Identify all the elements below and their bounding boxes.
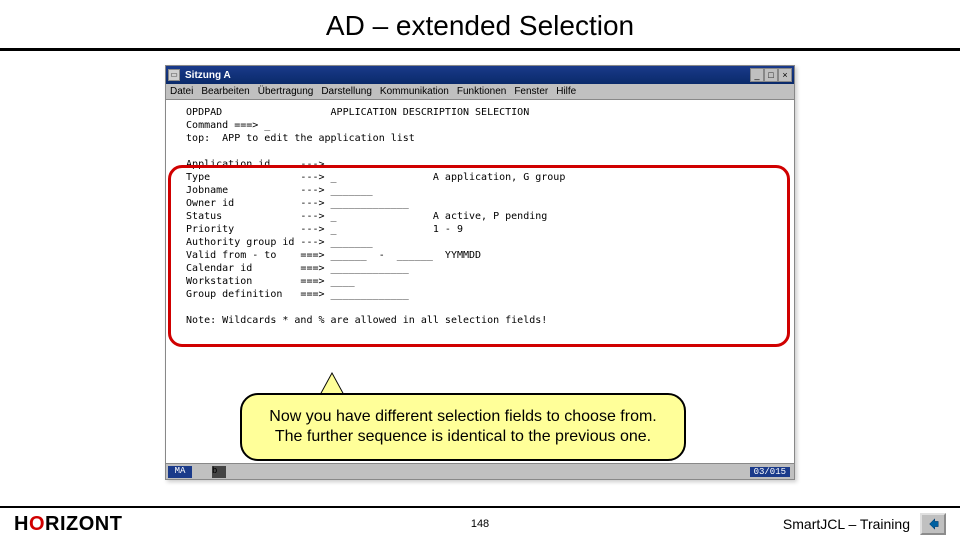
close-button[interactable]: × [778, 68, 792, 82]
menu-item[interactable]: Bearbeiten [201, 86, 249, 97]
menu-item[interactable]: Funktionen [457, 86, 506, 97]
maximize-button[interactable]: □ [764, 68, 778, 82]
course-block: SmartJCL – Training [783, 513, 946, 535]
menu-item[interactable]: Darstellung [321, 86, 372, 97]
menu-bar: Datei Bearbeiten Übertragung Darstellung… [166, 84, 794, 100]
term-line: Owner id ---> _____________ [174, 197, 786, 210]
term-line: Application id ---> [174, 158, 786, 171]
term-line: Type ---> _ A application, G group [174, 171, 786, 184]
brand-o: O [29, 513, 45, 535]
menu-item[interactable]: Hilfe [556, 86, 576, 97]
status-left: MA [168, 466, 192, 478]
term-line: Jobname ---> _______ [174, 184, 786, 197]
status-right: 03/015 [750, 467, 790, 477]
back-arrow-icon [926, 517, 940, 531]
page-number: 148 [471, 518, 489, 530]
menu-item[interactable]: Fenster [514, 86, 548, 97]
term-line: Priority ---> _ 1 - 9 [174, 223, 786, 236]
course-name: SmartJCL – Training [783, 516, 910, 532]
term-line: Authority group id ---> _______ [174, 236, 786, 249]
term-line [174, 301, 786, 314]
minimize-button[interactable]: _ [750, 68, 764, 82]
brand-logo: HORIZONT [14, 513, 122, 536]
term-line: Note: Wildcards * and % are allowed in a… [174, 314, 786, 327]
callout-text: Now you have different selection fields … [269, 408, 656, 445]
menu-item[interactable]: Übertragung [258, 86, 314, 97]
back-button[interactable] [920, 513, 946, 535]
window-icon: ▭ [168, 69, 180, 81]
window-buttons: _ □ × [750, 68, 792, 82]
term-line: Command ===> _ [174, 119, 786, 132]
content-area: ▭ Sitzung A _ □ × Datei Bearbeiten Übert… [0, 51, 960, 63]
brand-h: H [14, 513, 29, 535]
status-mid: b [212, 466, 226, 478]
slide: AD – extended Selection ▭ Sitzung A _ □ … [0, 0, 960, 540]
callout-bubble: Now you have different selection fields … [240, 393, 686, 461]
window-title: Sitzung A [183, 70, 747, 81]
term-line: Valid from - to ===> ______ - ______ YYM… [174, 249, 786, 262]
footer: HORIZONT 148 SmartJCL – Training [0, 506, 960, 540]
term-line: Status ---> _ A active, P pending [174, 210, 786, 223]
brand-rizont: RIZONT [45, 513, 122, 535]
term-line [174, 145, 786, 158]
menu-item[interactable]: Datei [170, 86, 193, 97]
term-line: Calendar id ===> _____________ [174, 262, 786, 275]
term-line: Workstation ===> ____ [174, 275, 786, 288]
status-bar: MA b 03/015 [166, 463, 794, 479]
term-line: OPDPAD APPLICATION DESCRIPTION SELECTION [174, 106, 786, 119]
term-line: Group definition ===> _____________ [174, 288, 786, 301]
window-title-bar[interactable]: ▭ Sitzung A _ □ × [166, 66, 794, 84]
term-line: top: APP to edit the application list [174, 132, 786, 145]
menu-item[interactable]: Kommunikation [380, 86, 449, 97]
slide-title: AD – extended Selection [0, 0, 960, 48]
